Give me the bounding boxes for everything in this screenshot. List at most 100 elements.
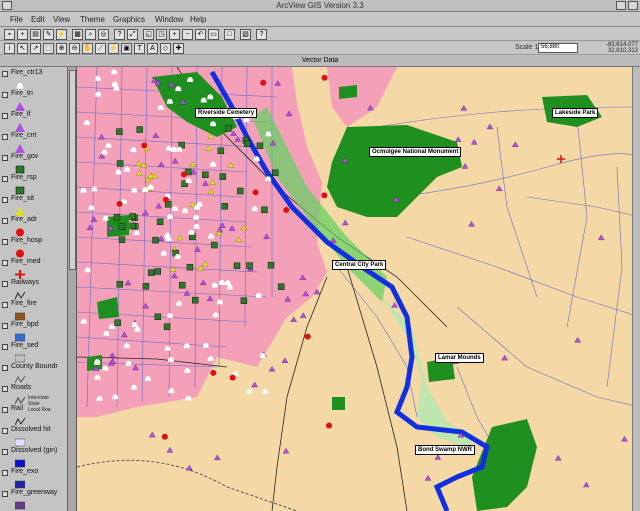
point-marker bbox=[240, 297, 248, 304]
menu-window[interactable]: Window bbox=[155, 15, 183, 24]
point-marker bbox=[454, 136, 462, 142]
point-marker bbox=[583, 481, 590, 488]
help-icon[interactable]: ? bbox=[256, 29, 267, 40]
point-marker bbox=[186, 464, 193, 471]
identify-icon[interactable]: i bbox=[4, 43, 15, 54]
zoom-out-tool-icon[interactable]: ⊖ bbox=[69, 43, 80, 54]
layer-visibility-checkbox[interactable] bbox=[2, 260, 8, 266]
menu-theme[interactable]: Theme bbox=[80, 15, 105, 24]
layer-visibility-checkbox[interactable] bbox=[2, 449, 8, 455]
menu-graphics[interactable]: Graphics bbox=[113, 15, 145, 24]
map-canvas[interactable]: Riverside Cemetery Lakeside Park Ocmulge… bbox=[77, 67, 640, 511]
layer-name: Fire_cnt bbox=[11, 132, 37, 139]
label-riverside-cemetery: Riverside Cemetery bbox=[195, 108, 258, 118]
area-of-interest-icon[interactable]: ▣ bbox=[121, 43, 132, 54]
zoom-in-icon[interactable]: + bbox=[169, 29, 180, 40]
layer-symbol-icon bbox=[15, 165, 25, 174]
menu-file[interactable]: File bbox=[10, 15, 23, 24]
draw-icon[interactable]: ◇ bbox=[160, 43, 171, 54]
measure-icon[interactable]: ⟋ bbox=[95, 43, 106, 54]
layer-visibility-checkbox[interactable] bbox=[2, 365, 8, 371]
layer-visibility-checkbox[interactable] bbox=[2, 239, 8, 245]
zoom-active-icon[interactable]: ◱ bbox=[143, 29, 154, 40]
layer-symbol-icon bbox=[14, 396, 26, 405]
minimize-button[interactable] bbox=[616, 1, 626, 10]
layer-visibility-checkbox[interactable] bbox=[2, 155, 8, 161]
layer-symbol-icon bbox=[14, 459, 26, 468]
layer-name: Fire_lf bbox=[11, 111, 31, 118]
layer-name: Fire_bpd bbox=[11, 321, 39, 328]
select-feature-icon[interactable]: ⬚ bbox=[43, 43, 54, 54]
point-marker bbox=[268, 365, 276, 372]
theme-properties-icon[interactable]: ▤ bbox=[30, 29, 41, 40]
add-theme-icon[interactable]: + bbox=[17, 29, 28, 40]
layer-visibility-checkbox[interactable] bbox=[2, 71, 8, 77]
menu-edit[interactable]: Edit bbox=[31, 15, 45, 24]
zoom-selected-icon[interactable]: ◳ bbox=[156, 29, 167, 40]
county-boundary bbox=[77, 459, 298, 511]
point-marker bbox=[118, 236, 126, 243]
find-icon[interactable]: ⌕ bbox=[85, 29, 96, 40]
label-icon[interactable]: T bbox=[134, 43, 145, 54]
zoom-full-icon[interactable]: ⤢ bbox=[127, 29, 138, 40]
point-marker bbox=[211, 241, 218, 249]
layer-visibility-checkbox[interactable] bbox=[2, 281, 8, 287]
pointer-icon[interactable]: ↖ bbox=[17, 43, 28, 54]
map-scrollbar[interactable] bbox=[632, 67, 640, 511]
point-marker bbox=[129, 222, 136, 230]
layer-visibility-checkbox[interactable] bbox=[2, 428, 8, 434]
layer-symbol-icon bbox=[14, 438, 26, 447]
zoom-in-tool-icon[interactable]: ⊕ bbox=[56, 43, 67, 54]
point-marker bbox=[252, 189, 259, 196]
point-marker bbox=[116, 200, 123, 207]
pan-icon[interactable]: ✋ bbox=[82, 43, 93, 54]
layer-visibility-checkbox[interactable] bbox=[2, 92, 8, 98]
menu-view[interactable]: View bbox=[53, 15, 70, 24]
view-title: Vector Data bbox=[301, 57, 339, 64]
zoom-previous-icon[interactable]: ↶ bbox=[195, 29, 206, 40]
vertex-edit-icon[interactable]: ↗ bbox=[30, 43, 41, 54]
point-marker bbox=[281, 357, 289, 363]
hotlink-icon[interactable]: ⚡ bbox=[56, 29, 67, 40]
maximize-button[interactable] bbox=[628, 1, 638, 10]
open-table-icon[interactable]: ▦ bbox=[72, 29, 83, 40]
layer-visibility-checkbox[interactable] bbox=[2, 113, 8, 119]
save-icon[interactable]: ▪ bbox=[4, 29, 15, 40]
label-central-city-park: Central City Park bbox=[332, 260, 387, 270]
app-titlebar[interactable]: ArcView GIS Version 3.3 bbox=[0, 0, 640, 12]
layer-visibility-checkbox[interactable] bbox=[2, 470, 8, 476]
layer-visibility-checkbox[interactable] bbox=[2, 491, 8, 497]
query-builder-icon[interactable]: ? bbox=[114, 29, 125, 40]
point-marker bbox=[181, 171, 188, 178]
edit-legend-icon[interactable]: ✎ bbox=[43, 29, 54, 40]
layer-visibility-checkbox[interactable] bbox=[2, 323, 8, 329]
zoom-out-icon[interactable]: − bbox=[182, 29, 193, 40]
view-titlebar[interactable]: Vector Data bbox=[0, 56, 640, 67]
layer-visibility-checkbox[interactable] bbox=[2, 197, 8, 203]
layer-visibility-checkbox[interactable] bbox=[2, 302, 8, 308]
point-marker bbox=[246, 388, 253, 394]
snap-icon[interactable]: ✚ bbox=[173, 43, 184, 54]
scale-input[interactable]: 56,880 bbox=[538, 43, 578, 53]
layer-visibility-checkbox[interactable] bbox=[2, 344, 8, 350]
layer-name: Railways bbox=[11, 279, 40, 286]
hotlink-tool-icon[interactable]: ⚡ bbox=[108, 43, 119, 54]
toc-scroll-thumb[interactable] bbox=[69, 70, 76, 270]
layer-visibility-checkbox[interactable] bbox=[2, 386, 8, 392]
text-icon[interactable]: A bbox=[147, 43, 158, 54]
layer-name: Fire_greenway bbox=[11, 489, 58, 496]
layer-visibility-checkbox[interactable] bbox=[2, 134, 8, 140]
menu-help[interactable]: Help bbox=[190, 15, 206, 24]
clear-selection-icon[interactable]: □ bbox=[224, 29, 235, 40]
layer-visibility-checkbox[interactable] bbox=[2, 176, 8, 182]
point-marker bbox=[290, 316, 297, 322]
layer-symbol-icon bbox=[15, 102, 25, 111]
layer-visibility-checkbox[interactable] bbox=[2, 218, 8, 224]
locate-icon[interactable]: ◎ bbox=[98, 29, 109, 40]
point-marker bbox=[299, 312, 307, 318]
toc-scrollbar[interactable] bbox=[68, 67, 77, 511]
layer-visibility-checkbox[interactable] bbox=[2, 407, 8, 413]
select-features-icon[interactable]: ▭ bbox=[208, 29, 219, 40]
point-marker bbox=[512, 141, 519, 147]
layout-icon[interactable]: ▧ bbox=[240, 29, 251, 40]
